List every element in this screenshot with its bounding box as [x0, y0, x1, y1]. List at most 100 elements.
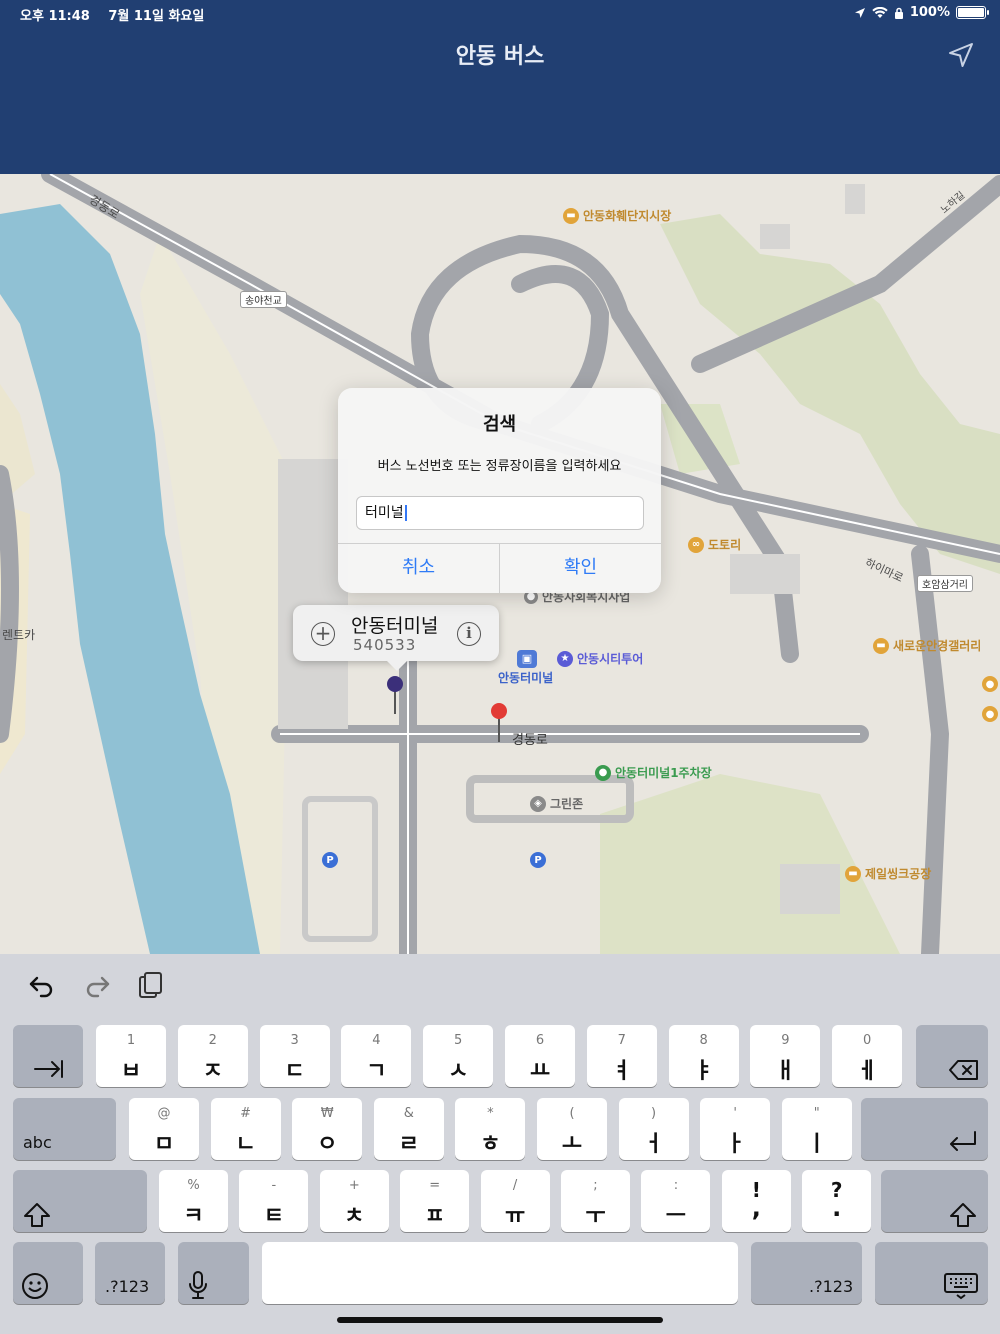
key-hint: 1 [126, 1033, 136, 1048]
redo-icon[interactable] [82, 970, 112, 1000]
poi-dotori[interactable]: ∞ 도토리 [688, 536, 741, 553]
key-label: ㅏ [725, 1132, 746, 1157]
key-label: ㄹ [398, 1132, 419, 1157]
letter-key[interactable]: 2ㅈ [177, 1025, 248, 1087]
cancel-button[interactable]: 취소 [338, 544, 499, 593]
letter-key[interactable]: * ㅎ [455, 1098, 526, 1160]
road-badge: 호암삼거리 [917, 575, 973, 592]
stop-callout[interactable]: + 안동터미널 540533 i [293, 605, 499, 671]
numbers-key-left[interactable]: .?123 [95, 1242, 165, 1304]
current-location-icon[interactable] [948, 42, 974, 68]
key-hint: ; [593, 1178, 598, 1193]
market-icon: ▬ [563, 207, 579, 224]
status-time: 오후 11:48 [20, 9, 90, 24]
key-label: . [832, 1194, 842, 1222]
letter-key[interactable]: ' ㅏ [700, 1098, 771, 1160]
road-badge: 송야천교 [240, 291, 287, 308]
letter-key[interactable]: 6ㅛ [505, 1025, 575, 1087]
key-label: ㄱ [366, 1059, 387, 1084]
tab-key[interactable] [13, 1025, 83, 1087]
poi-city-tour[interactable]: ★ 안동시티투어 [557, 650, 643, 667]
letter-key[interactable]: 0ㅔ [832, 1025, 903, 1087]
key-hint: = [429, 1178, 441, 1193]
home-indicator[interactable] [337, 1317, 663, 1323]
battery-icon [956, 6, 989, 19]
letter-key[interactable]: ?. [802, 1170, 872, 1232]
letter-key[interactable]: % ㅋ [159, 1170, 228, 1232]
letter-key[interactable]: 8ㅑ [668, 1025, 739, 1087]
letter-key[interactable]: / ㅠ [480, 1170, 550, 1232]
letter-key[interactable]: ) ㅓ [618, 1098, 689, 1160]
letter-key[interactable]: 9ㅐ [750, 1025, 821, 1087]
road-label: 렌트카 [2, 628, 36, 642]
letter-key[interactable]: 1ㅂ [96, 1025, 166, 1087]
key-label: ㅋ [183, 1204, 204, 1229]
letter-key[interactable]: & ㄹ [373, 1098, 444, 1160]
letter-key[interactable]: !, [721, 1170, 791, 1232]
letter-key[interactable]: # ㄴ [210, 1098, 281, 1160]
dictation-key[interactable] [178, 1242, 249, 1304]
bus-stop-icon[interactable]: ▣ [517, 650, 537, 668]
info-icon[interactable]: i [457, 622, 481, 646]
letter-key[interactable]: (ㅗ [537, 1098, 607, 1160]
key-hint: 2 [208, 1033, 217, 1048]
undo-icon[interactable] [27, 970, 57, 1000]
confirm-button[interactable]: 확인 [499, 544, 661, 593]
letter-key[interactable]: 4ㄱ [341, 1025, 412, 1087]
parking-icon[interactable]: P [530, 852, 546, 868]
status-bar: 오후 11:48 7월 11일 화요일 100% [0, 0, 1000, 28]
letter-key[interactable]: " ㅣ [781, 1098, 852, 1160]
letter-key[interactable]: 3ㄷ [259, 1025, 330, 1087]
abc-key[interactable]: abc [13, 1098, 116, 1160]
letter-key[interactable]: ₩ ㅇ [292, 1098, 363, 1160]
letter-key[interactable]: :ㅡ [641, 1170, 711, 1232]
poi-terminal-label[interactable]: 안동터미널 [498, 669, 553, 686]
add-favorite-icon[interactable]: + [311, 622, 335, 646]
key-label: ㅕ [611, 1059, 632, 1084]
letter-key[interactable]: ; ㅜ [561, 1170, 630, 1232]
letter-key[interactable]: 7ㅕ [586, 1025, 657, 1087]
letter-key[interactable]: = ㅍ [400, 1170, 470, 1232]
key-hint: 6 [535, 1033, 545, 1048]
key-label: ㅐ [775, 1059, 796, 1084]
emoji-key[interactable] [13, 1242, 83, 1304]
poi-icon[interactable]: ● [982, 706, 998, 722]
poi-jeil-sink[interactable]: ▬ 제일씽크공장 [845, 865, 931, 882]
key-hint: % [187, 1178, 200, 1193]
key-label: , [751, 1194, 761, 1222]
numbers-key-right[interactable]: .?123 [751, 1242, 862, 1304]
letter-key[interactable]: + ㅊ [319, 1170, 389, 1232]
letter-key[interactable]: @ ㅁ [129, 1098, 199, 1160]
key-label: ㅌ [263, 1204, 285, 1229]
poi-serowoon[interactable]: ▬ 새로운안경갤러리 [873, 637, 981, 654]
key-hint: ' [733, 1106, 737, 1121]
letter-key[interactable]: -ㅌ [239, 1170, 309, 1232]
location-arrow-icon [854, 7, 865, 18]
return-key[interactable] [861, 1098, 988, 1160]
space-key[interactable] [262, 1242, 738, 1304]
poi-parking1[interactable]: ● 안동터미널1주차장 [595, 764, 712, 781]
shift-key-left[interactable] [13, 1170, 147, 1232]
key-label: ㅁ [153, 1132, 175, 1157]
key-hint: ₩ [320, 1106, 334, 1121]
poi-greenzone[interactable]: ◈ 그린존 [530, 795, 583, 812]
backspace-key[interactable] [916, 1025, 988, 1087]
key-hint: : [673, 1178, 679, 1193]
search-input[interactable]: 터미널 [356, 496, 644, 530]
key-label: ㅇ [317, 1132, 338, 1157]
letter-key[interactable]: 5ㅅ [423, 1025, 494, 1087]
hide-keyboard-key[interactable] [875, 1242, 988, 1304]
dialog-actions: 취소 확인 [338, 543, 661, 593]
key-label: ㅗ [561, 1132, 583, 1157]
key-hint: 8 [699, 1033, 708, 1048]
shift-key-right[interactable] [881, 1170, 988, 1232]
key-label: ㅅ [448, 1059, 469, 1084]
poi-icon[interactable]: ● [982, 676, 998, 692]
parking-icon[interactable]: P [322, 852, 338, 868]
restaurant-icon: ∞ [688, 536, 704, 553]
search-dialog: 검색 버스 노선번호 또는 정류장이름을 입력하세요 터미널 취소 확인 [338, 388, 661, 593]
key-hint: # [240, 1106, 252, 1121]
shop-icon: ▬ [873, 637, 889, 654]
clipboard-icon[interactable] [135, 970, 165, 1000]
poi-market[interactable]: ▬ 안동화훼단지시장 [563, 207, 671, 224]
